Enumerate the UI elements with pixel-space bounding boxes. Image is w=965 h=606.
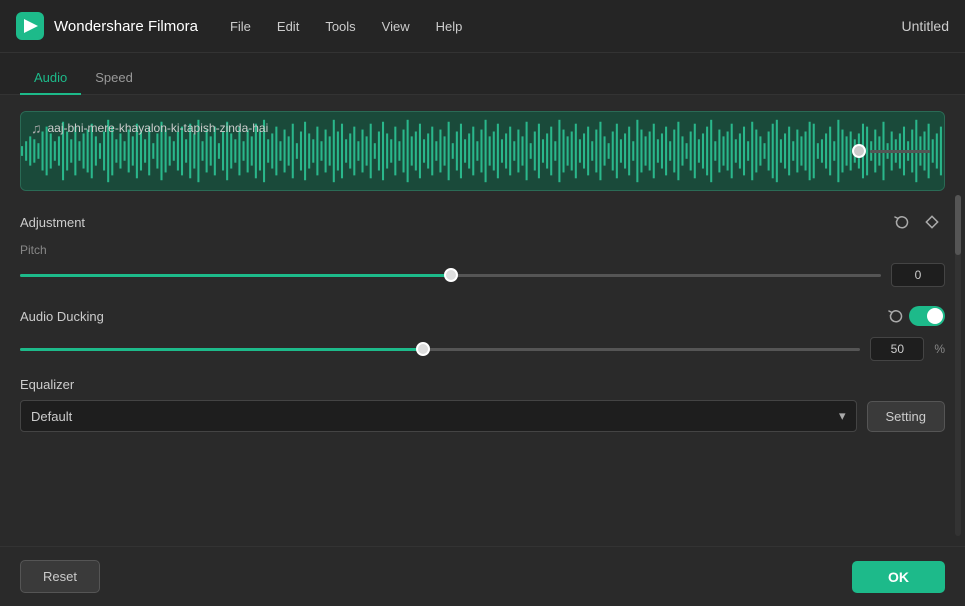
audio-ducking-slider-row: 50 % <box>20 337 945 361</box>
tab-speed[interactable]: Speed <box>81 62 147 95</box>
adjustment-reset-button[interactable] <box>889 209 915 235</box>
reset-button[interactable]: Reset <box>20 560 100 593</box>
equalizer-select[interactable]: Default ▾ <box>20 400 857 432</box>
scrollbar-thumb[interactable] <box>955 195 961 255</box>
reset-icon <box>894 214 910 230</box>
audio-ducking-label: Audio Ducking <box>20 309 879 324</box>
pitch-value-box[interactable]: 0 <box>891 263 945 287</box>
waveform-thumb[interactable] <box>852 144 866 158</box>
pitch-slider-row: 0 <box>20 263 945 287</box>
project-title: Untitled <box>902 18 949 34</box>
audio-ducking-slider-fill <box>20 348 423 351</box>
adjustment-label: Adjustment <box>20 215 885 230</box>
waveform-playhead[interactable] <box>852 144 930 158</box>
music-note-icon: ♫ <box>31 120 42 136</box>
toggle-knob <box>927 308 943 324</box>
audio-ducking-reset-button[interactable] <box>883 303 909 329</box>
pitch-slider-fill <box>20 274 451 277</box>
ok-button[interactable]: OK <box>852 561 945 593</box>
adjustment-keyframe-button[interactable] <box>919 209 945 235</box>
audio-ducking-value-box[interactable]: 50 <box>870 337 924 361</box>
audio-ducking-slider-thumb[interactable] <box>416 342 430 356</box>
menu-file[interactable]: File <box>228 15 253 38</box>
audio-ducking-slider-track-wrap[interactable] <box>20 339 860 359</box>
adjustment-header: Adjustment <box>20 209 945 235</box>
pitch-slider-track <box>20 274 881 277</box>
menu-help[interactable]: Help <box>434 15 465 38</box>
pitch-slider-track-wrap[interactable] <box>20 265 881 285</box>
equalizer-setting-button[interactable]: Setting <box>867 401 945 432</box>
audio-ducking-toggle[interactable] <box>909 306 945 326</box>
chevron-down-icon: ▾ <box>839 408 846 424</box>
app-title: Wondershare Filmora <box>54 18 198 35</box>
audio-ducking-reset-icon <box>888 308 904 324</box>
waveform-track-right <box>870 150 930 153</box>
waveform-container: ♫ aaj-bhi-mere-khayalon-ki-tapish-zinda-… <box>20 111 945 191</box>
bottom-bar: Reset OK <box>0 546 965 606</box>
equalizer-selected-value: Default <box>31 409 72 424</box>
pitch-label: Pitch <box>20 243 945 257</box>
app-logo <box>16 12 44 40</box>
tab-audio[interactable]: Audio <box>20 62 81 95</box>
pitch-slider-thumb[interactable] <box>444 268 458 282</box>
titlebar: Wondershare Filmora File Edit Tools View… <box>0 0 965 53</box>
audio-ducking-header: Audio Ducking <box>20 303 945 329</box>
diamond-icon <box>925 215 939 229</box>
audio-ducking-unit: % <box>934 342 945 356</box>
waveform-filename: aaj-bhi-mere-khayalon-ki-tapish-zinda-ha… <box>48 121 269 135</box>
audio-ducking-slider-track <box>20 348 860 351</box>
tab-bar: Audio Speed <box>0 53 965 95</box>
scrollbar[interactable] <box>955 195 961 536</box>
equalizer-row: Default ▾ Setting <box>20 400 945 432</box>
menu-edit[interactable]: Edit <box>275 15 301 38</box>
menu-tools[interactable]: Tools <box>323 15 357 38</box>
main-panel: ♫ aaj-bhi-mere-khayalon-ki-tapish-zinda-… <box>0 95 965 606</box>
menu-view[interactable]: View <box>380 15 412 38</box>
equalizer-label: Equalizer <box>20 377 945 392</box>
